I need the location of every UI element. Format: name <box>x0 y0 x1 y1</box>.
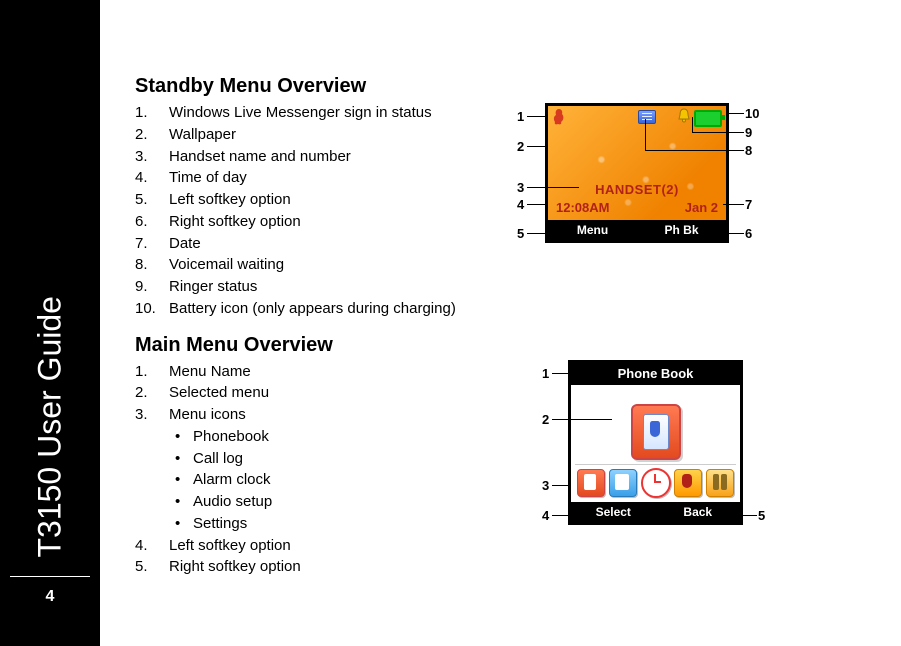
list-subitem: Call log <box>175 448 881 470</box>
status-bar <box>548 109 726 127</box>
settings-icon <box>706 469 734 497</box>
callout-6: 6 <box>745 226 752 241</box>
list-item: Ringer status <box>169 278 257 295</box>
list-subitem: Phonebook <box>175 426 881 448</box>
list-item: Right softkey option <box>169 558 301 575</box>
list-item: Voicemail waiting <box>169 256 284 273</box>
left-softkey: Select <box>571 502 656 522</box>
callout-8: 8 <box>745 143 752 158</box>
callout-10: 10 <box>745 106 759 121</box>
selected-menu <box>571 397 740 467</box>
call-log-icon <box>609 469 637 497</box>
list-item: Battery icon (only appears during chargi… <box>169 300 456 317</box>
phone-screen-standby: HANDSET(2) 12:08AM Jan 2 Menu Ph Bk <box>545 103 729 243</box>
list-item: Selected menu <box>169 384 269 401</box>
list-item: Menu icons <box>169 406 246 423</box>
battery-icon <box>694 110 722 127</box>
list-subitem: Audio setup <box>175 491 881 513</box>
phonebook-icon <box>631 404 681 460</box>
page-number: 4 <box>0 588 100 606</box>
list-item: Windows Live Messenger sign in status <box>169 104 432 121</box>
mainmenu-list: 1.Menu Name 2.Selected menu 3.Menu icons… <box>135 361 881 579</box>
callout-7: 7 <box>745 197 752 212</box>
alarm-clock-icon <box>641 468 671 498</box>
list-item: Left softkey option <box>169 537 291 554</box>
voicemail-waiting-icon <box>638 110 656 124</box>
list-subitem: Alarm clock <box>175 469 881 491</box>
sidebar: T3150 User Guide 4 <box>0 0 100 646</box>
section-heading-standby: Standby Menu Overview <box>135 75 881 98</box>
callout-3: 3 <box>517 180 524 195</box>
figure-main-menu: Phone Book Select Back 1 2 3 4 5 <box>568 360 743 525</box>
date: Jan 2 <box>685 200 718 215</box>
callout-3: 3 <box>542 478 549 493</box>
list-item: Menu Name <box>169 363 251 380</box>
list-item: Left softkey option <box>169 191 291 208</box>
phonebook-icon <box>577 469 605 497</box>
list-item: Date <box>169 235 201 252</box>
callout-5: 5 <box>517 226 524 241</box>
time-of-day: 12:08AM <box>556 200 609 215</box>
list-item: Right softkey option <box>169 213 301 230</box>
section-heading-mainmenu: Main Menu Overview <box>135 334 881 357</box>
right-softkey: Back <box>656 502 741 522</box>
callout-2: 2 <box>542 412 549 427</box>
right-softkey: Ph Bk <box>637 220 726 240</box>
list-item: Handset name and number <box>169 148 351 165</box>
softkey-bar: Select Back <box>571 502 740 522</box>
callout-5: 5 <box>758 508 765 523</box>
callout-1: 1 <box>542 366 549 381</box>
softkey-bar: Menu Ph Bk <box>548 220 726 240</box>
callout-9: 9 <box>745 125 752 140</box>
left-softkey: Menu <box>548 220 637 240</box>
callout-2: 2 <box>517 139 524 154</box>
list-item: Wallpaper <box>169 126 236 143</box>
callout-4: 4 <box>517 197 524 212</box>
list-subitem: Settings <box>175 513 881 535</box>
audio-setup-icon <box>674 469 702 497</box>
menu-name-bar: Phone Book <box>571 363 740 385</box>
menu-icon-row <box>575 464 736 498</box>
callout-1: 1 <box>517 109 524 124</box>
standby-list: 1.Windows Live Messenger sign in status … <box>135 102 881 320</box>
document-title: T3150 User Guide <box>32 296 69 557</box>
phone-screen-main-menu: Phone Book Select Back <box>568 360 743 525</box>
list-item: Time of day <box>169 169 247 186</box>
ringer-status-icon <box>676 107 692 123</box>
callout-4: 4 <box>542 508 549 523</box>
figure-standby-screen: HANDSET(2) 12:08AM Jan 2 Menu Ph Bk 1 2 … <box>545 103 729 243</box>
messenger-status-icon <box>553 109 565 125</box>
handset-name: HANDSET(2) <box>548 182 726 197</box>
